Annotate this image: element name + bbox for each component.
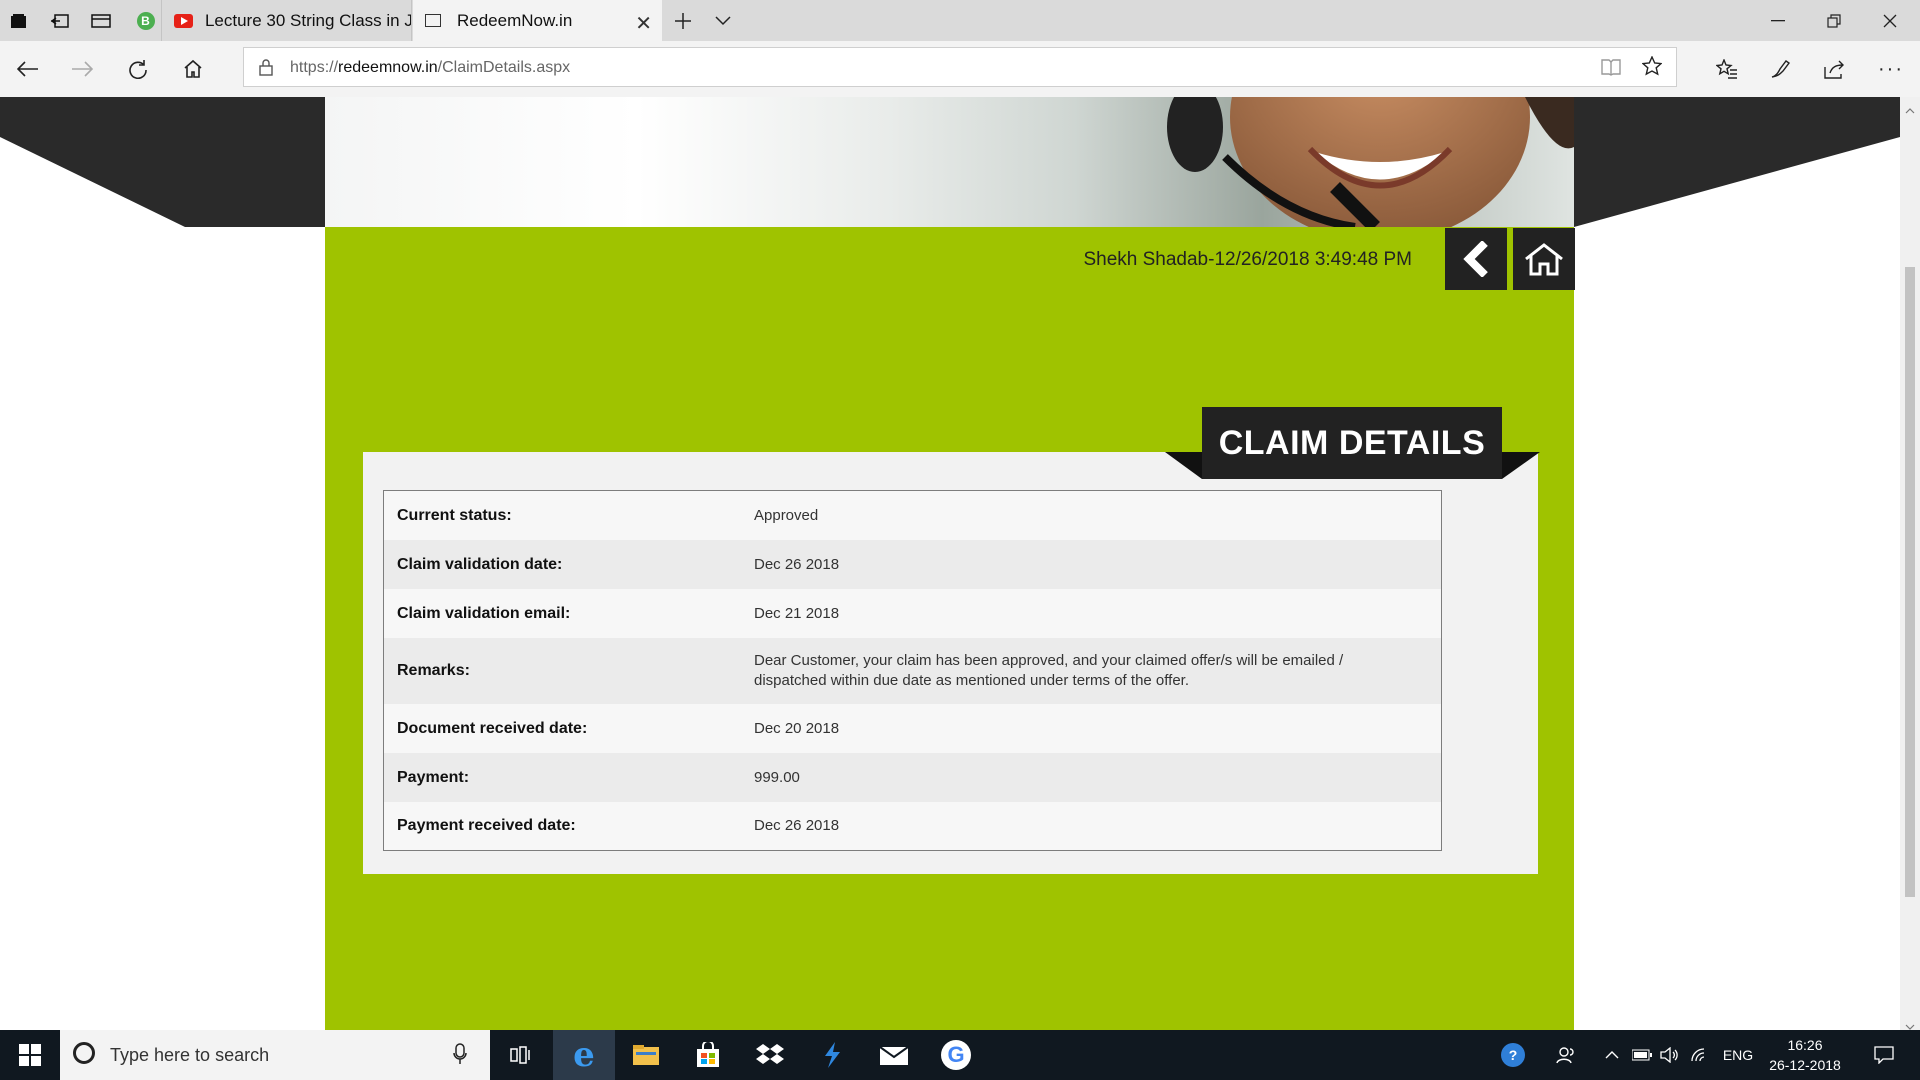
share-icon[interactable] [1820,54,1850,84]
clock[interactable]: 16:26 26-12-2018 [1765,1030,1845,1080]
tab-actions-icon[interactable] [6,8,32,34]
table-row: Claim validation date: Dec 26 2018 [384,540,1441,589]
title-ribbon-fold [1165,452,1202,479]
language-indicator[interactable]: ENG [1718,1030,1758,1080]
user-timestamp: Shekh Shadab-12/26/2018 3:49:48 PM [1083,249,1412,270]
mail-icon[interactable] [863,1030,925,1080]
claim-details-table: Current status: Approved Claim validatio… [383,490,1442,851]
dropbox-icon[interactable] [739,1030,801,1080]
table-row: Document received date: Dec 20 2018 [384,704,1441,753]
battery-icon[interactable] [1629,1030,1655,1080]
row-label: Payment: [397,768,470,786]
home-button[interactable] [1513,228,1575,290]
sync-app-icon[interactable] [801,1030,863,1080]
clock-date: 26-12-2018 [1769,1057,1841,1073]
back-button[interactable] [1445,228,1507,290]
google-icon[interactable]: G [925,1030,987,1080]
set-aside-tabs-icon[interactable] [47,8,73,34]
tab-preview-icon[interactable] [88,8,114,34]
pen-icon[interactable] [1766,54,1796,84]
table-row: Claim validation email: Dec 21 2018 [384,589,1441,638]
row-label: Claim validation email: [397,604,571,622]
tab-lecture[interactable]: Lecture 30 String Class in Ja [162,0,412,41]
wifi-icon[interactable] [1687,1030,1713,1080]
people-icon[interactable] [1548,1030,1584,1080]
row-value: 999.00 [754,768,800,786]
cortana-icon [73,1042,95,1064]
microphone-icon[interactable] [453,1043,467,1070]
page-viewport: Shekh Shadab-12/26/2018 3:49:48 PM CLAIM… [0,97,1900,1030]
b-green-icon: B [136,11,155,30]
row-value: Dec 26 2018 [754,817,840,834]
new-tab-icon[interactable] [670,8,696,34]
tab-title: RedeemNow.in [457,10,573,30]
favorites-icon[interactable] [1712,54,1742,84]
page-scrollbar[interactable] [1900,97,1920,1030]
house-icon [1525,243,1563,276]
forward-arrow-icon[interactable] [67,54,97,84]
tab-title: Lecture 30 String Class in Ja [204,10,411,30]
task-view-icon[interactable] [490,1030,552,1080]
row-value: Dec 26 2018 [754,555,840,573]
back-arrow-icon[interactable] [13,54,43,84]
windows-icon [19,1044,41,1066]
taskbar: Type here to search e G ? ENG 16:26 26-1… [0,1030,1920,1080]
address-bar[interactable]: https://redeemnow.in/ClaimDetails.aspx [243,47,1677,87]
volume-icon[interactable] [1657,1030,1683,1080]
url-text: https://redeemnow.in/ClaimDetails.aspx [290,59,571,76]
lock-icon [259,58,273,81]
reading-view-icon[interactable] [1601,58,1621,81]
section-title: CLAIM DETAILS [1202,407,1502,479]
pinned-tab[interactable]: B [130,0,162,41]
help-icon[interactable]: ? [1495,1030,1531,1080]
row-label: Payment received date: [397,817,576,834]
table-row: Remarks: Dear Customer, your claim has b… [384,638,1441,704]
main-content: Shekh Shadab-12/26/2018 3:49:48 PM CLAIM… [325,97,1575,1030]
restore-icon[interactable] [1806,0,1862,41]
chevron-left-icon [1463,241,1488,277]
support-agent-image [1167,97,1574,227]
table-row: Payment: 999.00 [384,753,1441,802]
search-placeholder: Type here to search [110,1045,270,1065]
more-icon[interactable]: ··· [1876,54,1906,84]
close-tab-icon[interactable]: ✕ [635,11,652,36]
table-row: Current status: Approved [384,491,1441,540]
start-button[interactable] [0,1030,60,1080]
close-window-icon[interactable] [1862,0,1918,41]
clock-time: 16:26 [1787,1037,1823,1053]
header-banner-image [325,97,1574,227]
favorite-star-icon[interactable] [1641,55,1663,81]
chevron-down-icon[interactable] [710,8,736,34]
youtube-icon [174,13,193,28]
tab-bar: B Lecture 30 String Class in Ja RedeemNo… [0,0,1920,41]
store-icon[interactable] [677,1030,739,1080]
table-row: Payment received date: Dec 26 2018 [384,802,1441,850]
row-value: Approved [754,506,819,524]
row-label: Document received date: [397,719,588,737]
row-label: Remarks: [397,662,470,679]
address-toolbar: https://redeemnow.in/ClaimDetails.aspx ·… [0,41,1920,98]
minimize-icon[interactable] [1750,0,1806,41]
scroll-up-icon[interactable] [1905,101,1915,119]
edge-app-icon[interactable]: e [553,1030,615,1080]
scrollbar-thumb[interactable] [1905,267,1915,897]
row-value: Dear Customer, your claim has been appro… [754,652,1344,689]
notifications-icon[interactable] [1864,1030,1904,1080]
chevron-up-icon[interactable] [1600,1030,1624,1080]
title-ribbon-fold [1502,452,1540,479]
row-label: Claim validation date: [397,555,563,573]
refresh-icon[interactable] [123,54,153,84]
file-explorer-icon[interactable] [615,1030,677,1080]
tab-redeemnow[interactable]: RedeemNow.in ✕ [413,0,662,41]
row-value: Dec 21 2018 [754,604,840,622]
page-icon [425,14,441,27]
home-icon[interactable] [178,54,208,84]
taskbar-search[interactable]: Type here to search [60,1030,490,1080]
row-value: Dec 20 2018 [754,719,840,737]
row-label: Current status: [397,506,512,524]
